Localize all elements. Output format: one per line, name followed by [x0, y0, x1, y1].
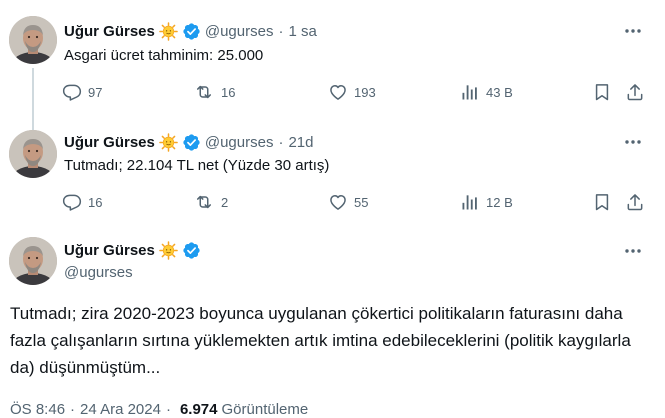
author-name[interactable]: Uğur Gürses — [64, 242, 155, 259]
like-count: 55 — [354, 194, 369, 210]
retweet-count: 2 — [221, 194, 229, 210]
tweet-meta: ÖS 8:46 · 24 Ara 2024 · 6.974 Görüntülem… — [10, 401, 308, 418]
sun-emoji-icon — [159, 241, 178, 260]
views-count: 12 B — [486, 194, 513, 210]
retweet-button[interactable]: 16 — [193, 82, 235, 102]
sun-emoji-icon — [159, 133, 178, 152]
author-handle[interactable]: @ugurses — [205, 23, 274, 40]
sun-emoji-icon — [159, 22, 178, 41]
reply-count: 16 — [88, 194, 103, 210]
separator: · — [278, 22, 284, 40]
views-button[interactable]: 12 B — [460, 192, 513, 212]
retweet-button[interactable]: 2 — [193, 192, 228, 212]
avatar[interactable] — [9, 130, 57, 178]
tweet-header: Uğur Gürses @ugurses · 21d — [64, 132, 313, 152]
post-date[interactable]: 24 Ara 2024 — [80, 401, 161, 418]
reply-icon — [62, 192, 82, 212]
views-count: 43 B — [486, 84, 513, 100]
verified-badge-icon[interactable] — [182, 241, 201, 260]
avatar[interactable] — [9, 16, 57, 64]
reply-button[interactable]: 97 — [62, 82, 102, 102]
author-name[interactable]: Uğur Gürses — [64, 23, 155, 40]
more-options-icon[interactable] — [623, 241, 643, 261]
action-bar: 97 16 193 43 B — [0, 82, 665, 102]
main-tweet: Uğur Gürses @ugurses Tutmadı; zira 2020-… — [0, 231, 665, 418]
reply-count: 97 — [88, 84, 103, 100]
tweet-2[interactable]: Uğur Gürses @ugurses · 21d Tutmadı; 22.1… — [0, 124, 665, 231]
separator: · — [70, 401, 76, 418]
author-handle[interactable]: @ugurses — [64, 264, 133, 281]
verified-badge-icon[interactable] — [182, 22, 201, 41]
share-icon — [625, 82, 645, 102]
bookmark-button[interactable] — [592, 192, 612, 212]
post-time[interactable]: ÖS 8:46 — [10, 401, 65, 418]
more-options-icon[interactable] — [623, 132, 643, 152]
tweet-text: Tutmadı; zira 2020-2023 boyunca uygulana… — [10, 304, 631, 377]
share-icon — [625, 192, 645, 212]
action-bar: 16 2 55 12 B — [0, 192, 665, 212]
tweet-text: Asgari ücret tahminim: 25.000 — [64, 47, 264, 64]
verified-badge-icon[interactable] — [182, 133, 201, 152]
tweet-text: Tutmadı; 22.104 TL net (Yüzde 30 artış) — [64, 157, 330, 174]
reply-icon — [62, 82, 82, 102]
views-chart-icon — [460, 192, 480, 212]
reply-button[interactable]: 16 — [62, 192, 102, 212]
tweet-1[interactable]: Uğur Gürses @ugurses · 1 sa Asgari ücret… — [0, 0, 665, 124]
separator: · — [278, 133, 284, 151]
views-button[interactable]: 43 B — [460, 82, 513, 102]
avatar[interactable] — [9, 237, 57, 285]
views-count: 6.974 — [179, 401, 218, 418]
share-button[interactable] — [625, 82, 645, 102]
like-button[interactable]: 55 — [328, 192, 368, 212]
like-button[interactable]: 193 — [328, 82, 376, 102]
more-options-icon[interactable] — [623, 21, 643, 41]
bookmark-icon — [592, 192, 612, 212]
timestamp[interactable]: 1 sa — [288, 23, 316, 40]
retweet-count: 16 — [221, 84, 236, 100]
author-name-row: Uğur Gürses — [64, 240, 201, 260]
bookmark-icon — [592, 82, 612, 102]
timestamp[interactable]: 21d — [288, 134, 313, 151]
author-handle[interactable]: @ugurses — [205, 134, 274, 151]
heart-icon — [328, 192, 348, 212]
like-count: 193 — [354, 84, 376, 100]
retweet-icon — [193, 192, 215, 212]
retweet-icon — [193, 82, 215, 102]
separator: · — [165, 401, 171, 418]
views-label: Görüntüleme — [221, 401, 309, 418]
bookmark-button[interactable] — [592, 82, 612, 102]
tweet-header: Uğur Gürses @ugurses · 1 sa — [64, 21, 317, 41]
views-chart-icon — [460, 82, 480, 102]
share-button[interactable] — [625, 192, 645, 212]
heart-icon — [328, 82, 348, 102]
author-name[interactable]: Uğur Gürses — [64, 134, 155, 151]
